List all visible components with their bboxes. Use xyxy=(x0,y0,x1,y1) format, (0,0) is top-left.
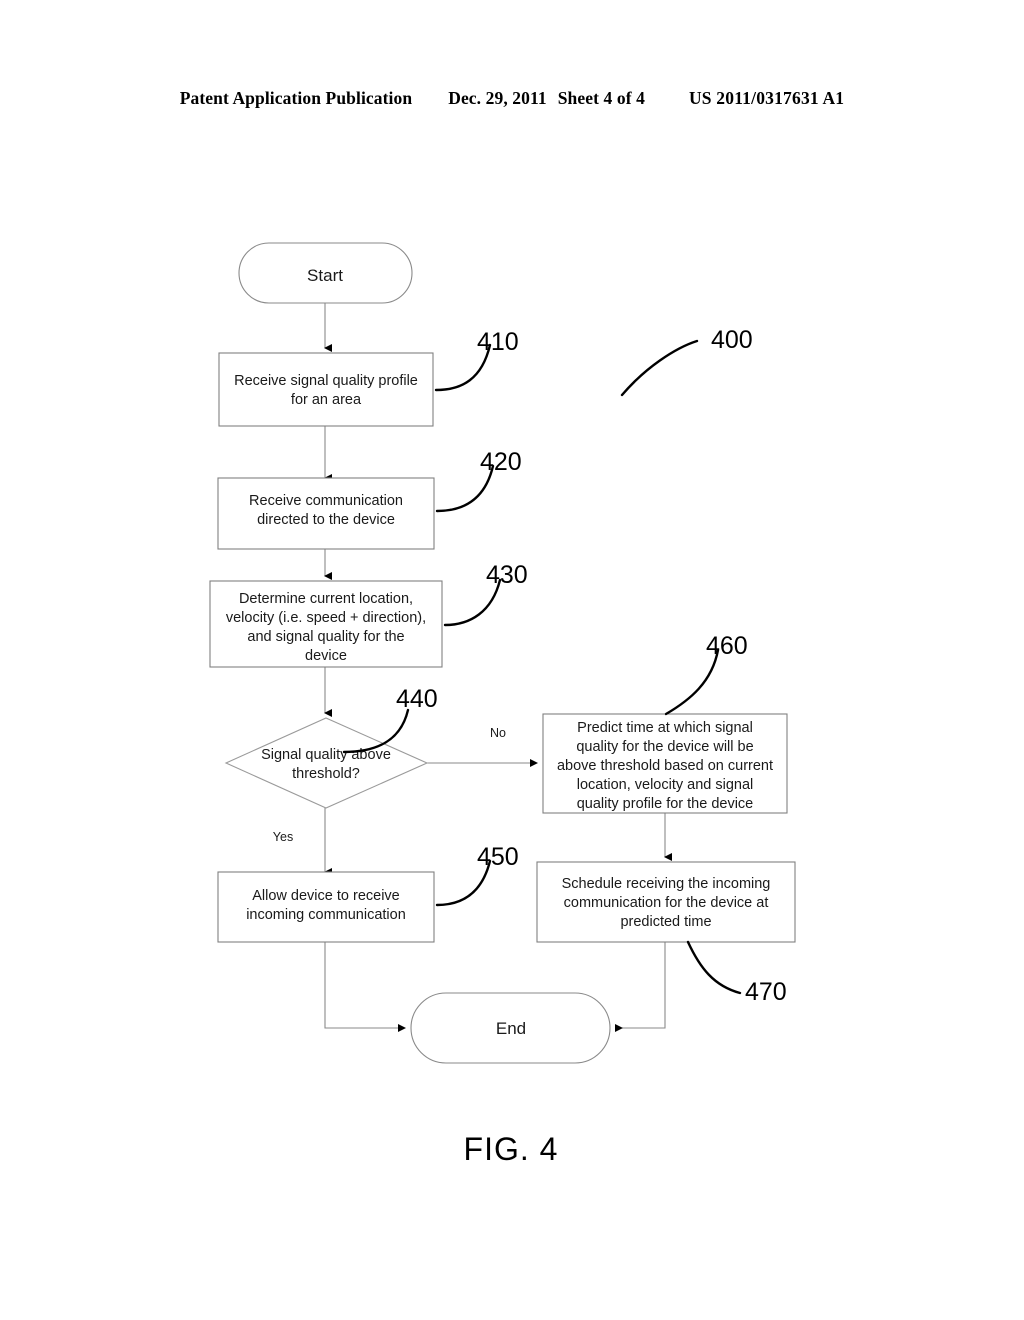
box-460-line-1: Predict time at which signal xyxy=(577,720,753,736)
box-430-line-1: Determine current location, xyxy=(239,591,413,607)
connector-470-to-end xyxy=(615,942,666,1032)
leader-400 xyxy=(620,339,699,397)
node-start: Start xyxy=(238,242,413,304)
node-450-allow-device-to-receive: Allow device to receive incoming communi… xyxy=(217,843,519,943)
figure-reference-400: 400 xyxy=(620,326,753,397)
node-430-determine-current-location: Determine current location, velocity (i.… xyxy=(209,561,528,668)
box-460-line-5: quality profile for the device xyxy=(577,796,754,812)
ref-number-460: 460 xyxy=(706,632,748,660)
box-470-line-3: predicted time xyxy=(620,914,711,930)
ref-number-470: 470 xyxy=(745,978,787,1006)
flowchart-figure: Start Receive signal quality profile for… xyxy=(209,242,796,1167)
node-420-receive-communication: Receive communication directed to the de… xyxy=(217,448,522,550)
node-470-schedule-receiving: Schedule receiving the incoming communic… xyxy=(536,861,796,1006)
box-430-line-3: and signal quality for the xyxy=(247,629,404,645)
start-label: Start xyxy=(307,266,343,285)
box-420-line-2: directed to the device xyxy=(257,512,395,528)
node-440-decision-signal-quality-above-threshold: Signal quality above threshold? 440 xyxy=(224,685,438,809)
box-460-line-4: location, velocity and signal xyxy=(577,777,754,793)
end-label: End xyxy=(496,1019,526,1038)
box-410-line-2: for an area xyxy=(291,392,362,408)
ref-number-430: 430 xyxy=(486,561,528,589)
node-end: End xyxy=(410,992,611,1064)
connector-450-to-end xyxy=(324,942,406,1032)
branch-label-yes: Yes xyxy=(273,830,293,844)
box-430-line-2: velocity (i.e. speed + direction), xyxy=(226,610,426,626)
diamond-440-line-2: threshold? xyxy=(292,766,360,782)
box-450-line-2: incoming communication xyxy=(246,907,406,923)
ref-number-450: 450 xyxy=(477,843,519,871)
node-460-predict-time: Predict time at which signal quality for… xyxy=(542,632,788,814)
node-410-receive-signal-quality-profile: Receive signal quality profile for an ar… xyxy=(218,328,519,427)
figure-caption: FIG. 4 xyxy=(464,1131,559,1167)
box-450-line-1: Allow device to receive xyxy=(252,888,400,904)
box-470-line-2: communication for the device at xyxy=(564,895,769,911)
patent-figure-page: Patent Application Publication Dec. 29, … xyxy=(0,0,1024,1320)
box-430-line-4: device xyxy=(305,648,347,664)
ref-number-420: 420 xyxy=(480,448,522,476)
box-470-line-1: Schedule receiving the incoming xyxy=(562,876,771,892)
box-410-line-1: Receive signal quality profile xyxy=(234,373,418,389)
ref-number-410: 410 xyxy=(477,328,519,356)
leader-470 xyxy=(686,940,742,995)
branch-label-no: No xyxy=(490,726,506,740)
box-410-shape xyxy=(218,352,434,427)
ref-number-440: 440 xyxy=(396,685,438,713)
box-460-line-3: above threshold based on current xyxy=(557,758,773,774)
box-420-line-1: Receive communication xyxy=(249,493,403,509)
box-460-line-2: quality for the device will be xyxy=(576,739,753,755)
ref-number-400: 400 xyxy=(711,326,753,354)
